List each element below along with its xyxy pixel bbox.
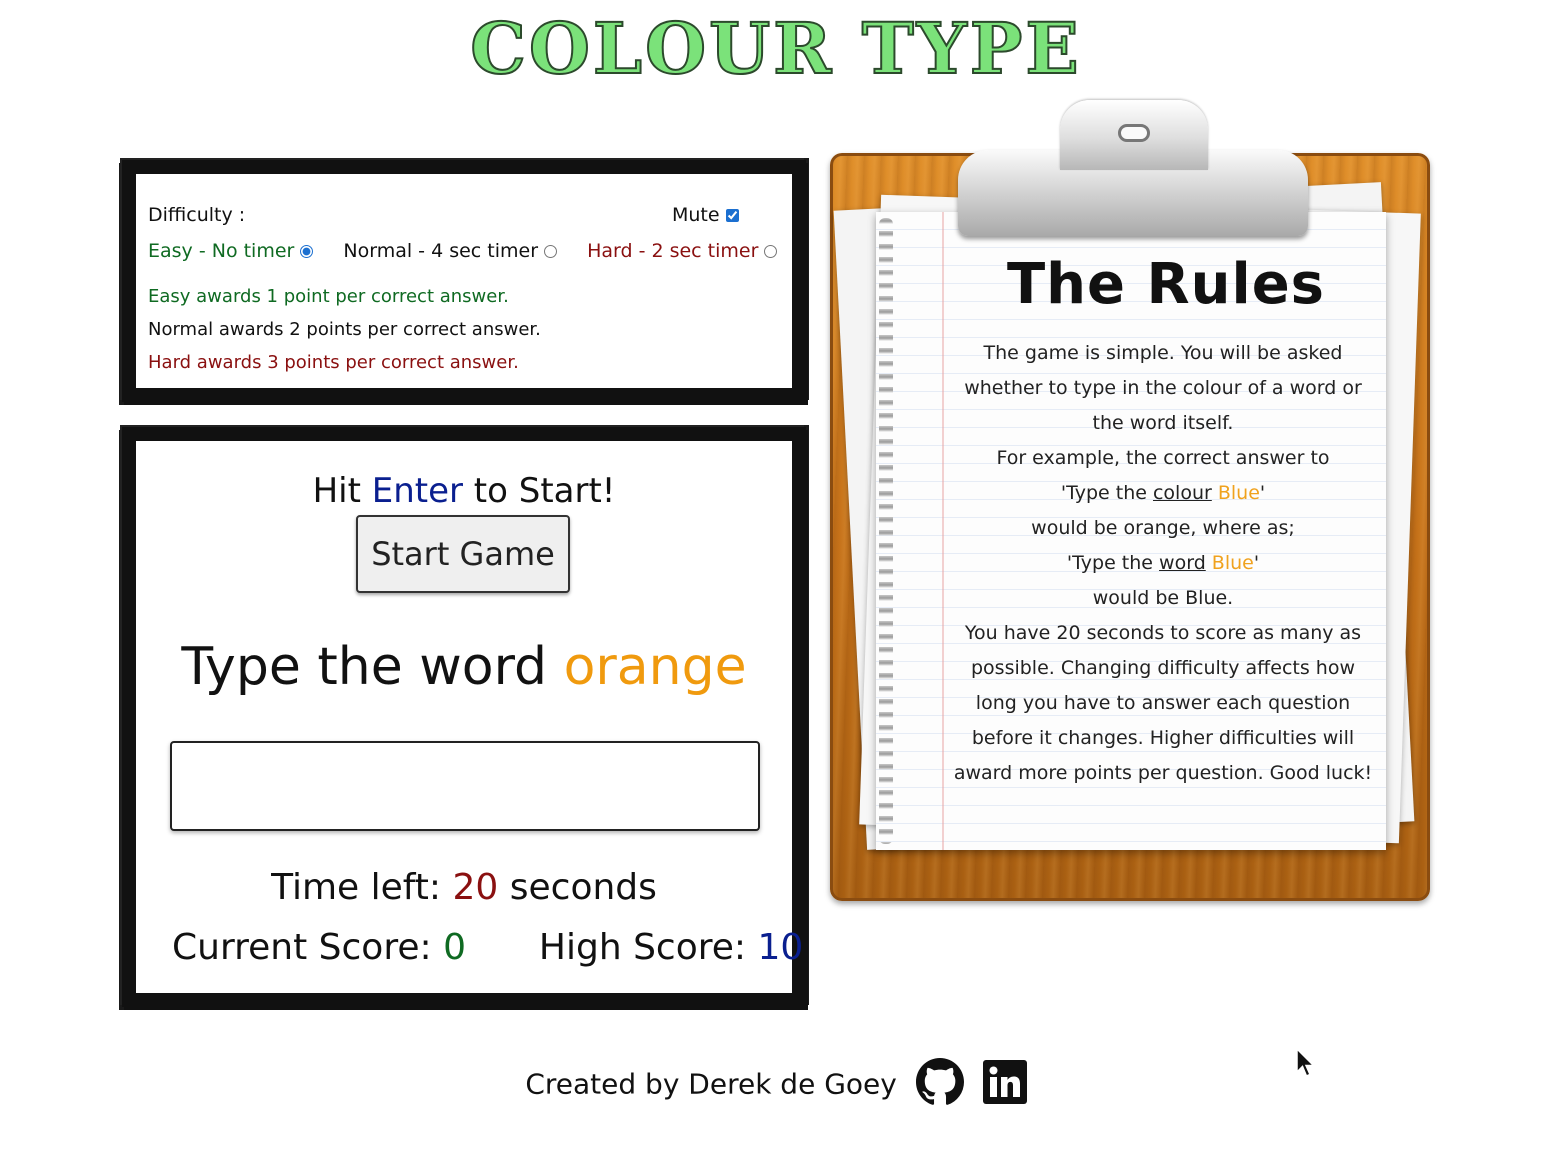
time-value: 20 bbox=[452, 867, 499, 908]
ex1-keyword: colour bbox=[1152, 482, 1212, 504]
mute-toggle[interactable]: Mute bbox=[672, 204, 739, 226]
game-panel: Hit Enter to Start! Start Game Type the … bbox=[122, 427, 806, 1007]
difficulty-easy-option[interactable]: Easy - No timer bbox=[148, 240, 319, 262]
current-score-label: Current Score: bbox=[172, 927, 432, 968]
ex1-close: ' bbox=[1259, 482, 1266, 504]
ex2-keyword: word bbox=[1159, 552, 1206, 574]
difficulty-normal-option[interactable]: Normal - 4 sec timer bbox=[343, 240, 563, 262]
start-instruction: Hit Enter to Start! bbox=[136, 471, 792, 511]
time-left: Time left: 20 seconds bbox=[136, 867, 792, 908]
ex2-result: would be Blue. bbox=[1092, 587, 1234, 609]
rules-example-intro: For example, the correct answer to bbox=[996, 447, 1330, 469]
app-title: COLOUR TYPE bbox=[469, 6, 1082, 91]
ex2-word: Blue bbox=[1211, 552, 1254, 574]
difficulty-hard-label: Hard - 2 sec timer bbox=[587, 240, 759, 262]
ex1-result: would be orange, where as; bbox=[1031, 517, 1295, 539]
hit-prefix: Hit bbox=[312, 471, 361, 511]
difficulty-hard-radio[interactable] bbox=[764, 245, 778, 258]
ex1-prefix: 'Type the bbox=[1060, 482, 1147, 504]
difficulty-easy-label: Easy - No timer bbox=[148, 240, 295, 262]
difficulty-label: Difficulty : bbox=[148, 204, 246, 226]
prompt-prefix: Type the word bbox=[181, 637, 548, 697]
current-score-value: 0 bbox=[443, 927, 466, 968]
linkedin-icon[interactable] bbox=[982, 1060, 1027, 1111]
awards-list: Easy awards 1 point per correct answer. … bbox=[148, 280, 782, 379]
time-label: Time left: bbox=[271, 867, 442, 908]
difficulty-normal-radio[interactable] bbox=[544, 245, 558, 258]
award-normal: Normal awards 2 points per correct answe… bbox=[148, 319, 541, 340]
ex2-close: ' bbox=[1253, 552, 1260, 574]
mute-label: Mute bbox=[672, 204, 720, 226]
footer-credit: Created by Derek de Goey bbox=[525, 1067, 897, 1101]
difficulty-easy-radio[interactable] bbox=[300, 245, 314, 258]
ex1-word: Blue bbox=[1217, 482, 1260, 504]
high-score-label: High Score: bbox=[538, 927, 747, 968]
prompt-word: orange bbox=[563, 637, 747, 697]
enter-key-label: Enter bbox=[371, 471, 463, 511]
award-easy: Easy awards 1 point per correct answer. bbox=[148, 286, 509, 307]
award-hard: Hard awards 3 points per correct answer. bbox=[148, 352, 519, 373]
question-prompt: Type the word orange bbox=[136, 637, 792, 697]
time-unit: seconds bbox=[509, 867, 657, 908]
rules-details: You have 20 seconds to score as many as … bbox=[953, 622, 1373, 784]
rules-intro: The game is simple. You will be asked wh… bbox=[964, 342, 1362, 434]
difficulty-normal-label: Normal - 4 sec timer bbox=[343, 240, 539, 262]
footer: Created by Derek de Goey bbox=[0, 1058, 1552, 1113]
hit-suffix: to Start! bbox=[473, 471, 616, 511]
rules-example-word: 'Type the word Blue' bbox=[950, 546, 1376, 581]
rules-body: The game is simple. You will be asked wh… bbox=[950, 336, 1376, 791]
answer-input[interactable] bbox=[170, 741, 760, 831]
rules-example-colour: 'Type the colour Blue' bbox=[950, 476, 1376, 511]
clipboard-clip-hole bbox=[1118, 124, 1150, 142]
ex2-prefix: 'Type the bbox=[1066, 552, 1153, 574]
mouse-cursor-icon bbox=[1296, 1047, 1316, 1082]
settings-panel: Difficulty : Mute Easy - No timer Normal… bbox=[122, 160, 806, 402]
difficulty-hard-option[interactable]: Hard - 2 sec timer bbox=[587, 240, 778, 262]
mute-checkbox[interactable] bbox=[725, 209, 739, 222]
start-game-button[interactable]: Start Game bbox=[356, 515, 570, 593]
score-row: Current Score: 0 High Score: 10 bbox=[172, 927, 803, 968]
spiral-binding bbox=[879, 218, 893, 844]
github-icon[interactable] bbox=[915, 1058, 964, 1113]
high-score-value: 10 bbox=[757, 927, 804, 968]
rules-title: The Rules bbox=[1006, 252, 1326, 317]
